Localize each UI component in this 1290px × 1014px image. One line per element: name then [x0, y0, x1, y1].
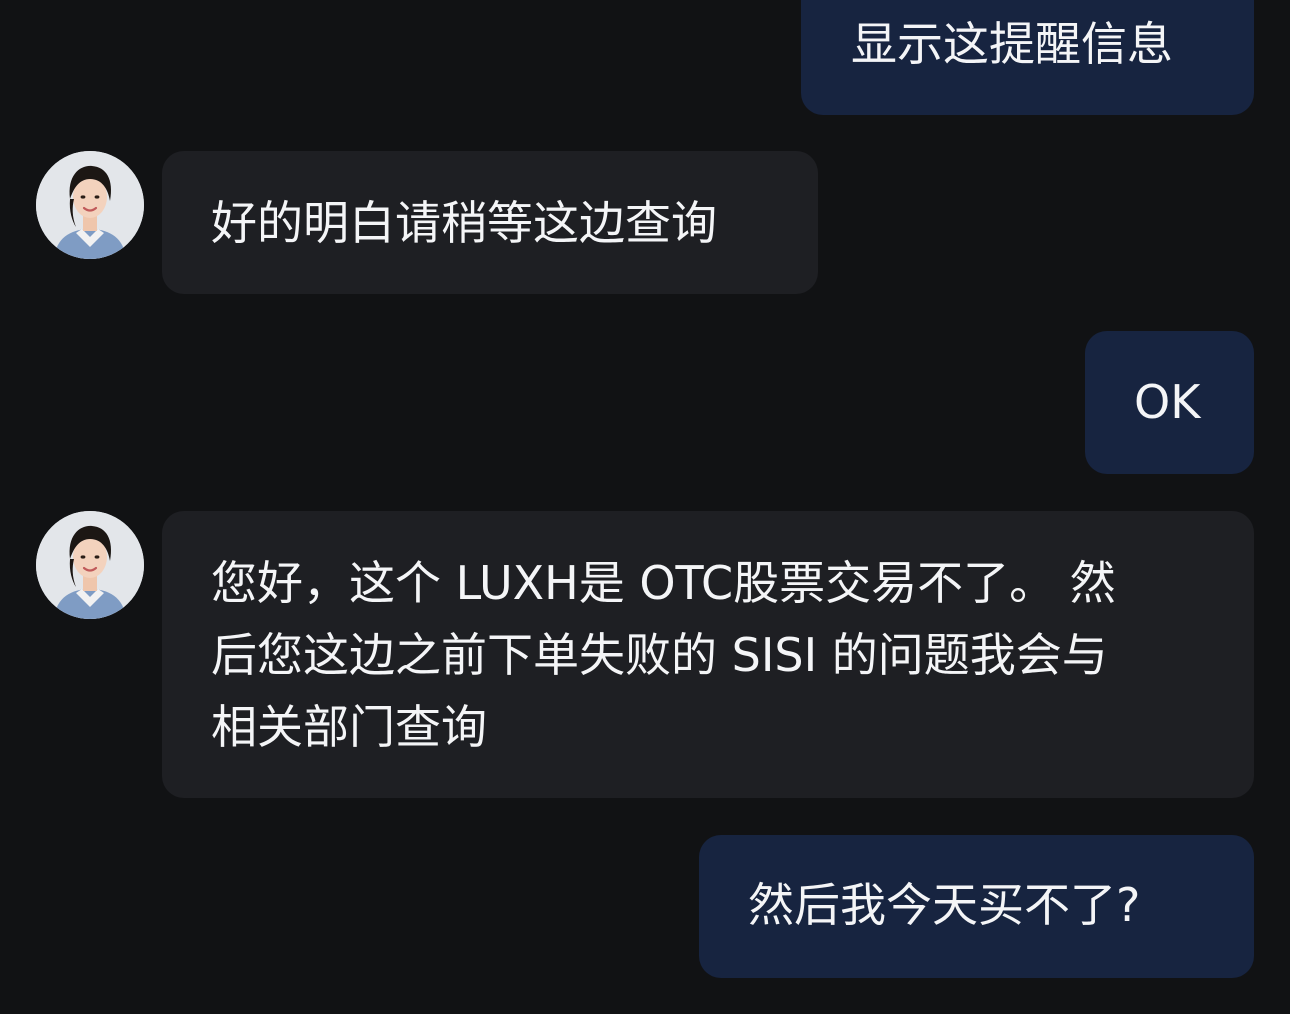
message-text: 然后我今天买不了?	[748, 878, 1141, 932]
message-text-line: 您好，这个 LUXH是 OTC股票交易不了。 然	[211, 556, 1116, 610]
message-text: OK	[1134, 375, 1201, 429]
agent-avatar[interactable]	[36, 511, 144, 619]
message-text-line: 后您这边之前下单失败的 SISI 的问题我会与	[211, 628, 1108, 682]
agent-avatar-icon	[36, 511, 144, 619]
user-message-bubble[interactable]: OK	[1085, 331, 1254, 474]
agent-avatar[interactable]	[36, 151, 144, 259]
user-message-bubble[interactable]: 然后我今天买不了?	[699, 835, 1254, 978]
user-message-bubble[interactable]: 显示这提醒信息	[801, 0, 1254, 115]
chat-thread: 显示这提醒信息 好的明白请稍等这边查询 OK 您好，这个 LUXH是 OTC股票…	[0, 0, 1290, 1014]
message-text-line: 相关部门查询	[211, 700, 487, 754]
agent-message-bubble[interactable]: 您好，这个 LUXH是 OTC股票交易不了。 然 后您这边之前下单失败的 SIS…	[162, 511, 1254, 798]
agent-message-bubble[interactable]: 好的明白请稍等这边查询	[162, 151, 818, 294]
agent-avatar-icon	[36, 151, 144, 259]
message-text: 好的明白请稍等这边查询	[211, 196, 717, 250]
message-text: 显示这提醒信息	[851, 17, 1173, 71]
